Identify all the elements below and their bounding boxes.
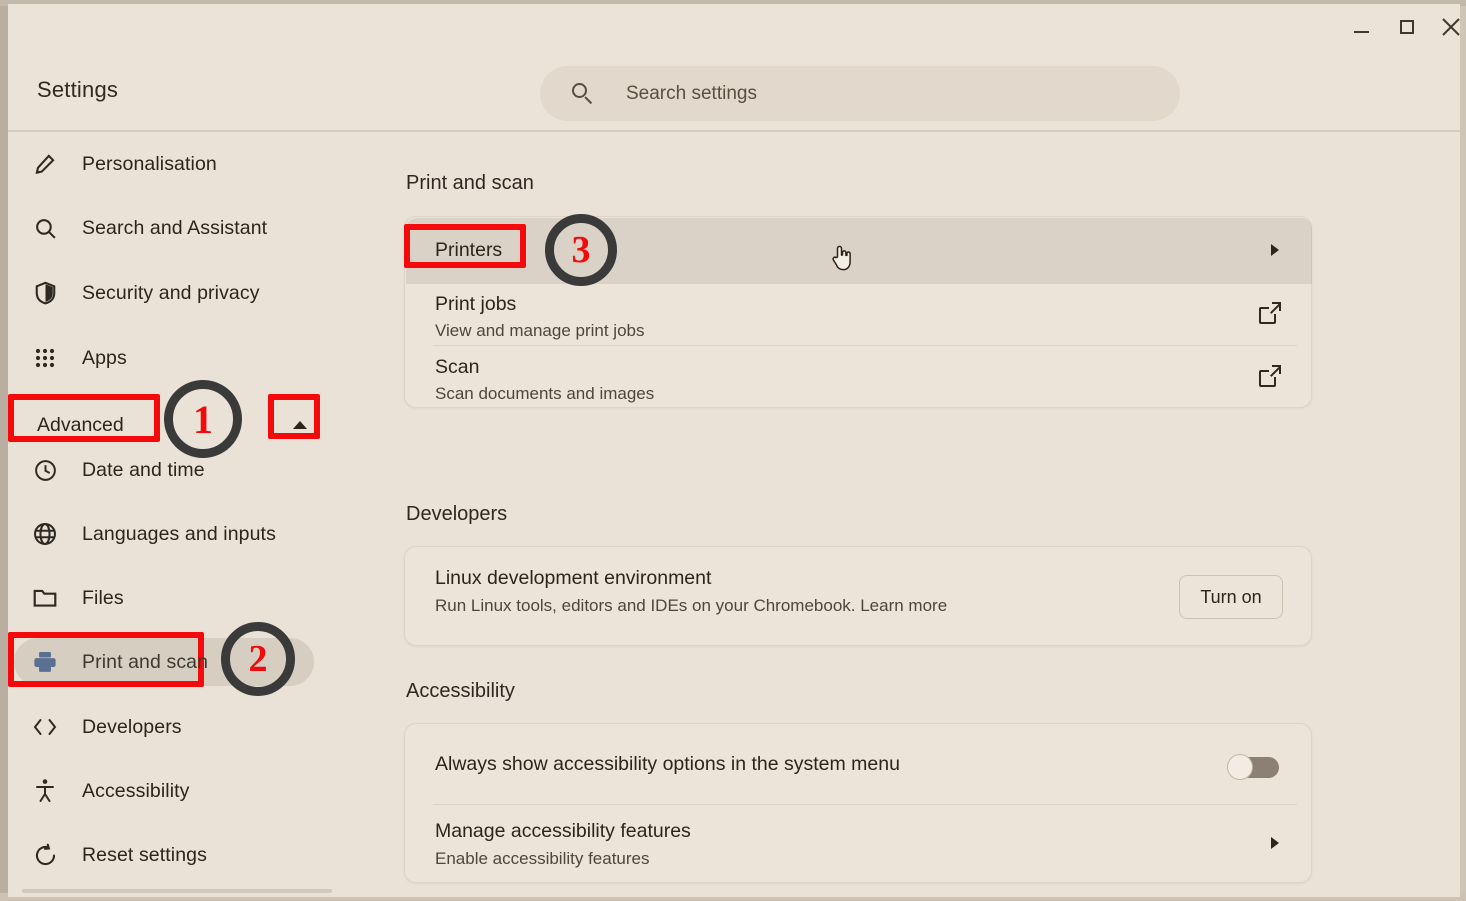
reset-icon xyxy=(28,843,62,868)
sidebar-item-accessibility[interactable]: Accessibility xyxy=(8,763,398,819)
pen-icon xyxy=(28,151,62,177)
row-subtitle: Run Linux tools, editors and IDEs on you… xyxy=(435,596,948,615)
shield-icon xyxy=(28,280,62,306)
row-title: Always show accessibility options in the… xyxy=(435,753,900,775)
external-link-icon[interactable] xyxy=(1259,302,1281,324)
search-icon xyxy=(28,216,62,241)
close-button[interactable] xyxy=(1433,10,1466,44)
folder-icon xyxy=(28,586,62,610)
section-title-accessibility: Accessibility xyxy=(406,680,515,702)
sidebar-item-label: Security and privacy xyxy=(82,281,260,304)
screenshot-root: Settings Search settings Personalisation xyxy=(0,0,1466,901)
sidebar-item-apps[interactable]: Apps xyxy=(8,330,398,386)
external-link-icon[interactable] xyxy=(1259,365,1281,387)
sidebar-item-developers[interactable]: Developers xyxy=(8,699,398,755)
developers-card: Linux development environment Run Linux … xyxy=(404,546,1312,646)
section-title-print-and-scan: Print and scan xyxy=(406,172,534,194)
row-subtitle: View and manage print jobs xyxy=(435,321,645,340)
sidebar-item-label: Print and scan xyxy=(82,650,209,673)
toggle-knob xyxy=(1227,754,1253,780)
search-placeholder: Search settings xyxy=(626,82,757,104)
chevron-right-icon xyxy=(1271,244,1279,256)
page-title: Settings xyxy=(37,77,119,102)
clock-icon xyxy=(28,458,62,483)
close-icon xyxy=(1442,18,1460,36)
globe-icon xyxy=(28,521,62,547)
sidebar: Personalisation Search and Assistant Sec… xyxy=(8,132,398,897)
row-title: Scan xyxy=(435,356,480,378)
sidebar-item-label: Personalisation xyxy=(82,152,217,175)
minimize-icon xyxy=(1353,31,1369,33)
toggle-switch[interactable] xyxy=(1227,754,1279,780)
accessibility-card: Always show accessibility options in the… xyxy=(404,723,1312,883)
row-subtitle: Scan documents and images xyxy=(435,384,655,403)
sidebar-item-label: Apps xyxy=(82,346,127,369)
row-subtitle: Enable accessibility features xyxy=(435,849,650,868)
sidebar-item-label: Search and Assistant xyxy=(82,216,268,239)
printer-icon xyxy=(28,650,62,674)
section-title-developers: Developers xyxy=(406,503,508,525)
row-manage-a11y-features[interactable]: Manage accessibility features Enable acc… xyxy=(405,805,1313,883)
row-print-jobs[interactable]: Print jobs View and manage print jobs xyxy=(405,283,1313,345)
minimize-button[interactable] xyxy=(1343,10,1379,44)
sidebar-item-files[interactable]: Files xyxy=(8,570,398,626)
search-input[interactable]: Search settings xyxy=(540,66,1180,121)
chevron-right-icon xyxy=(1271,837,1279,849)
sidebar-item-label: Advanced xyxy=(37,413,124,436)
sidebar-item-personalisation[interactable]: Personalisation xyxy=(8,136,398,192)
row-title: Manage accessibility features xyxy=(435,820,691,842)
row-printers[interactable]: Printers xyxy=(405,217,1313,283)
chevron-up-icon[interactable] xyxy=(289,415,311,435)
row-title: Linux development environment xyxy=(435,567,712,589)
main-content: Print and scan Printers Print jobs View … xyxy=(398,132,1460,897)
sidebar-item-label: Accessibility xyxy=(82,779,190,802)
sidebar-item-search-and-assistant[interactable]: Search and Assistant xyxy=(8,200,398,256)
sidebar-item-label: Reset settings xyxy=(82,843,207,866)
mouse-cursor-pointing-hand xyxy=(830,244,852,271)
row-title: Print jobs xyxy=(435,293,517,315)
search-icon xyxy=(572,82,594,105)
accessibility-icon xyxy=(28,778,62,804)
print-and-scan-card: Printers Print jobs View and manage prin… xyxy=(404,216,1312,408)
settings-window: Settings Search settings Personalisation xyxy=(8,4,1460,897)
sidebar-item-label: Languages and inputs xyxy=(82,522,276,545)
turn-on-button[interactable]: Turn on xyxy=(1179,575,1283,619)
row-title: Printers xyxy=(435,239,503,261)
row-scan[interactable]: Scan Scan documents and images xyxy=(405,346,1313,408)
apps-grid-icon xyxy=(28,346,62,370)
sidebar-item-reset-settings[interactable]: Reset settings xyxy=(8,827,398,883)
sidebar-item-label: Files xyxy=(82,586,124,609)
row-always-show-a11y[interactable]: Always show accessibility options in the… xyxy=(405,724,1313,804)
sidebar-item-label: Developers xyxy=(82,715,182,738)
sidebar-item-security-and-privacy[interactable]: Security and privacy xyxy=(8,265,398,321)
maximize-button[interactable] xyxy=(1389,10,1425,44)
sidebar-item-languages-and-inputs[interactable]: Languages and inputs xyxy=(8,506,398,562)
sidebar-item-label: Date and time xyxy=(82,458,205,481)
sidebar-scrollbar[interactable] xyxy=(22,889,332,893)
sidebar-item-print-and-scan[interactable]: Print and scan xyxy=(8,634,398,690)
maximize-icon xyxy=(1400,20,1414,34)
code-brackets-icon xyxy=(28,716,62,738)
sidebar-item-date-and-time[interactable]: Date and time xyxy=(8,442,398,498)
